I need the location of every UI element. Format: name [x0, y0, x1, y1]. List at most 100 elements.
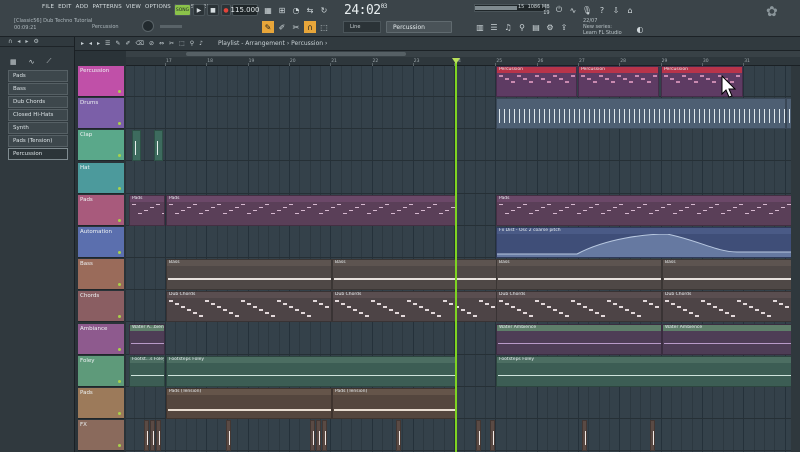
- track-active-led[interactable]: [118, 154, 121, 158]
- help-icon[interactable]: ?: [596, 4, 608, 16]
- track-active-led[interactable]: [118, 315, 121, 319]
- playlist-arrow-left-icon[interactable]: ◂: [89, 40, 92, 47]
- playlist-clip[interactable]: Water A...bience: [129, 323, 165, 355]
- playlist-clip[interactable]: Percussion: [578, 66, 659, 97]
- wave-icon[interactable]: ∿: [567, 4, 579, 16]
- playlist-tool-paint-icon[interactable]: ✐: [125, 40, 130, 47]
- track-active-led[interactable]: [118, 283, 121, 287]
- track-header[interactable]: Bass: [78, 259, 124, 291]
- stop-button[interactable]: ■: [207, 4, 219, 16]
- playlist-tool-slice-icon[interactable]: ✂: [169, 40, 174, 47]
- play-button[interactable]: ▶: [193, 4, 205, 16]
- playlist-clip[interactable]: [650, 420, 655, 452]
- playlist-tool-delete-icon[interactable]: ⌫: [136, 40, 144, 47]
- playlist-clip[interactable]: Bass: [662, 259, 798, 291]
- playlist-tool-select-icon[interactable]: ⬚: [179, 40, 185, 47]
- playlist-clip[interactable]: Bass: [496, 259, 662, 291]
- playlist-menu-icon[interactable]: ▸: [81, 40, 84, 47]
- info-icon[interactable]: ◐: [634, 23, 646, 35]
- playlist-clip[interactable]: Pads: [129, 194, 165, 226]
- playlist-clip[interactable]: Footsteps Foley: [166, 355, 456, 387]
- loop-record-icon[interactable]: ↻: [318, 4, 330, 16]
- track-active-led[interactable]: [118, 412, 121, 415]
- playlist-tool-play-icon[interactable]: ♪: [199, 40, 203, 47]
- track-header[interactable]: Drums: [78, 98, 124, 130]
- plugin-icon[interactable]: ⚙: [544, 21, 556, 33]
- blend-notes-icon[interactable]: ⇆: [304, 4, 316, 16]
- playlist-icon[interactable]: ▤: [530, 21, 542, 33]
- playlist-clip[interactable]: [156, 420, 161, 452]
- playlist-clip[interactable]: Percussion: [496, 66, 577, 97]
- playlist-clip[interactable]: [132, 130, 141, 162]
- song-mode-toggle[interactable]: SONG: [174, 4, 191, 16]
- export-icon[interactable]: ⇪: [558, 21, 570, 33]
- piano-icon[interactable]: ▦: [10, 58, 17, 66]
- playlist-clip[interactable]: [396, 420, 401, 452]
- wave-clip-icon[interactable]: ∿: [29, 58, 35, 66]
- automation-icon[interactable]: ⟋: [47, 57, 52, 66]
- playlist-clip[interactable]: Dub Chords: [496, 291, 662, 323]
- playlist-clip[interactable]: Footsteps Foley: [496, 355, 798, 387]
- track-header[interactable]: Percussion: [78, 66, 124, 97]
- pattern-item[interactable]: Dub Chords: [8, 96, 68, 108]
- master-pitch-slider[interactable]: [160, 25, 182, 28]
- tool-draw-icon[interactable]: ✎: [262, 21, 274, 33]
- playlist-tool-mute-icon[interactable]: ⊘: [149, 40, 154, 47]
- playlist-clip[interactable]: [310, 420, 315, 452]
- playlist-clip[interactable]: [322, 420, 327, 452]
- piano-roll-icon[interactable]: ♫: [502, 21, 514, 33]
- mixer-icon[interactable]: ☰: [488, 21, 500, 33]
- options-icon[interactable]: ⚙: [33, 38, 38, 45]
- vertical-scrollbar[interactable]: [791, 66, 800, 452]
- track-active-led[interactable]: [118, 347, 121, 351]
- forward-icon[interactable]: ▸: [25, 38, 28, 45]
- track-header[interactable]: Hat: [78, 162, 124, 194]
- playlist-tool-draw-icon[interactable]: ✎: [115, 40, 120, 47]
- playlist-clip[interactable]: Water Ambience: [662, 323, 798, 355]
- wait-input-icon[interactable]: ⊞: [276, 4, 288, 16]
- track-header[interactable]: Chords: [78, 291, 124, 323]
- snap-select[interactable]: Line: [343, 21, 381, 33]
- track-lane[interactable]: [126, 163, 800, 194]
- track-active-led[interactable]: [118, 90, 121, 93]
- metronome-icon[interactable]: ▦: [262, 4, 274, 16]
- playhead[interactable]: [455, 58, 457, 452]
- playlist-clip[interactable]: [582, 420, 587, 452]
- playlist-clip[interactable]: Bass: [332, 259, 498, 291]
- track-active-led[interactable]: [118, 444, 121, 448]
- browser-icon[interactable]: ⚲: [516, 21, 528, 33]
- playlist-clip[interactable]: Water Ambience: [496, 323, 662, 355]
- playlist-clip[interactable]: Pads: [166, 194, 456, 226]
- playlist-clip[interactable]: Dub Chords: [662, 291, 798, 323]
- track-header[interactable]: Automation: [78, 227, 124, 258]
- time-display[interactable]: 24:0203: [344, 3, 387, 18]
- playlist-clip[interactable]: [496, 98, 786, 130]
- playlist-grid[interactable]: Percussion Percussion Percussion Pads Pads Pa…: [126, 66, 800, 452]
- track-lane[interactable]: [126, 130, 800, 162]
- menu-options[interactable]: OPTIONS: [145, 4, 171, 10]
- pattern-item[interactable]: Synth: [8, 122, 68, 134]
- news-panel[interactable]: 22/07 New series: Learn FL Studio: [583, 18, 622, 36]
- track-header[interactable]: Clap: [78, 130, 124, 162]
- tempo-display[interactable]: 115.000: [231, 4, 259, 16]
- track-active-led[interactable]: [118, 379, 121, 383]
- record-button[interactable]: ●: [221, 4, 231, 16]
- playlist-clip[interactable]: Pads (Tension): [332, 388, 456, 419]
- track-header[interactable]: Ambiance: [78, 323, 124, 355]
- track-active-led[interactable]: [118, 122, 121, 126]
- playlist-clip[interactable]: Footst...s Foley: [129, 355, 165, 387]
- track-active-led[interactable]: [118, 186, 121, 190]
- playlist-tool-zoom-icon[interactable]: ⚲: [190, 40, 194, 47]
- playlist-clip[interactable]: Dub Chords: [166, 291, 332, 323]
- menu-file[interactable]: FILE: [42, 4, 54, 10]
- track-active-led[interactable]: [118, 251, 121, 254]
- pattern-selector[interactable]: Percussion: [386, 21, 452, 33]
- horizontal-scrollbar[interactable]: [126, 51, 800, 57]
- master-volume-knob[interactable]: [142, 20, 154, 32]
- menu-add[interactable]: ADD: [76, 4, 89, 10]
- tool-paint-icon[interactable]: ✐: [276, 21, 288, 33]
- playlist-tool-slip-icon[interactable]: ⇔: [159, 40, 164, 47]
- track-header[interactable]: Foley: [78, 355, 124, 387]
- back-icon[interactable]: ◂: [17, 38, 20, 45]
- pattern-item[interactable]: Bass: [8, 83, 68, 95]
